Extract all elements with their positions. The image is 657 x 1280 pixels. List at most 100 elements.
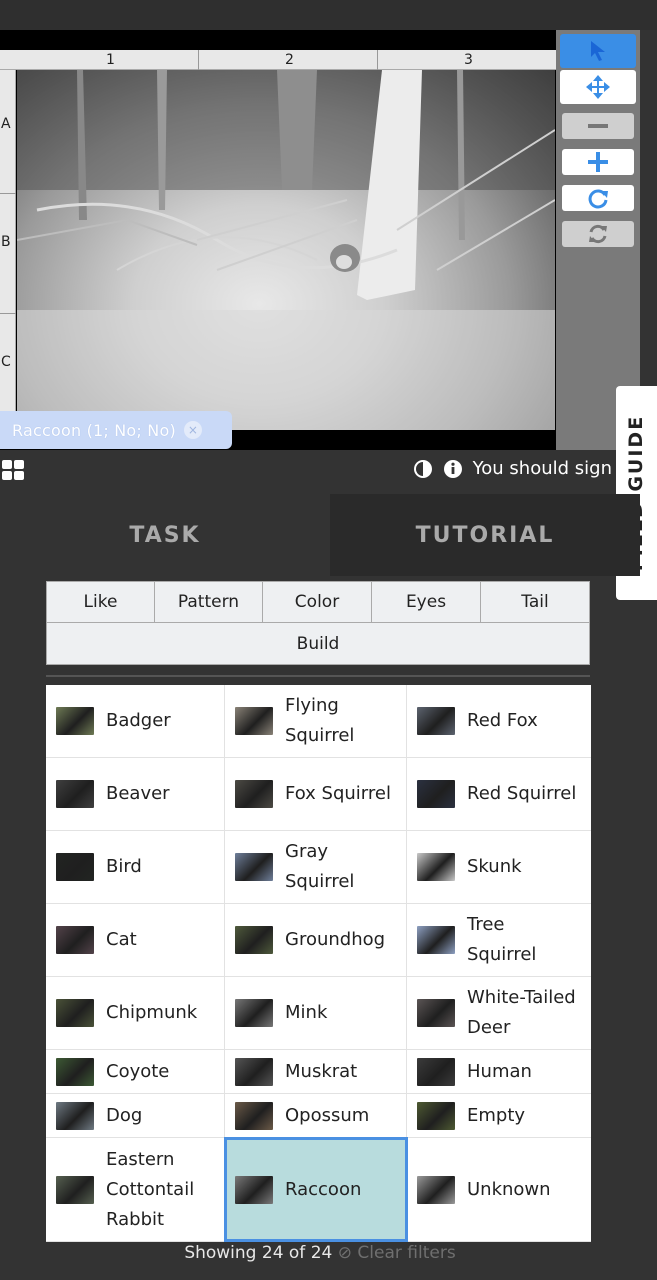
species-option-red-squirrel[interactable]: Red Squirrel — [407, 758, 591, 830]
filter-eyes-button[interactable]: Eyes — [371, 581, 481, 623]
species-grid: Badger Flying Squirrel Red Fox Beaver Fox Sq… — [46, 685, 591, 1242]
contrast-icon[interactable] — [413, 459, 433, 479]
annotation-label: Raccoon (1; No; No) — [12, 420, 176, 440]
species-option-beaver[interactable]: Beaver — [46, 758, 225, 830]
species-thumbnail — [417, 926, 455, 954]
species-name: Unknown — [467, 1178, 551, 1200]
species-name: Badger — [106, 710, 171, 731]
filter-like-button[interactable]: Like — [46, 581, 155, 623]
species-name: Beaver — [106, 783, 170, 804]
tab-tutorial[interactable]: TUTORIAL — [330, 494, 640, 576]
species-option-mink[interactable]: Mink — [225, 977, 407, 1049]
species-thumbnail — [56, 1175, 94, 1204]
reset-view-button[interactable] — [562, 221, 634, 247]
move-tool-button[interactable] — [560, 70, 636, 104]
species-name: Muskrat — [285, 1060, 358, 1082]
species-thumbnail — [235, 1101, 273, 1130]
zoom-out-button[interactable] — [562, 113, 634, 139]
species-thumbnail — [417, 853, 455, 881]
annotation-chip[interactable]: Raccoon (1; No; No) × — [0, 411, 232, 449]
species-name: Fox Squirrel — [285, 783, 391, 804]
species-row: Cat Groundhog Tree Squirrel — [46, 904, 591, 977]
move-arrows-icon — [586, 75, 610, 99]
info-icon[interactable] — [443, 459, 463, 479]
species-thumbnail — [417, 780, 455, 808]
species-name: Tree Squirrel — [467, 914, 537, 965]
plus-icon — [588, 152, 608, 172]
species-option-dog[interactable]: Dog — [46, 1094, 225, 1137]
filter-build-button[interactable]: Build — [46, 622, 590, 665]
species-thumbnail — [56, 1101, 94, 1130]
species-option-chipmunk[interactable]: Chipmunk — [46, 977, 225, 1049]
species-option-opossum[interactable]: Opossum — [225, 1094, 407, 1137]
species-name: Dog — [106, 1104, 143, 1126]
species-name: Red Fox — [467, 710, 538, 731]
tab-task[interactable]: TASK — [0, 494, 330, 576]
species-option-cat[interactable]: Cat — [46, 904, 225, 976]
rotate-clockwise-icon — [588, 189, 608, 209]
species-option-empty[interactable]: Empty — [407, 1094, 591, 1137]
refresh-icon — [589, 224, 607, 244]
minus-icon — [588, 124, 608, 128]
grid-view-icon[interactable] — [2, 460, 24, 480]
species-option-groundhog[interactable]: Groundhog — [225, 904, 407, 976]
species-option-unknown[interactable]: Unknown — [407, 1138, 591, 1241]
species-option-fox-squirrel[interactable]: Fox Squirrel — [225, 758, 407, 830]
species-option-human[interactable]: Human — [407, 1050, 591, 1093]
filter-color-button[interactable]: Color — [262, 581, 372, 623]
zoom-in-button[interactable] — [562, 149, 634, 175]
species-option-bird[interactable]: Bird — [46, 831, 225, 903]
rotate-button[interactable] — [562, 185, 634, 211]
task-tabs: TASK TUTORIAL — [0, 494, 640, 576]
species-name: Gray Squirrel — [285, 841, 355, 892]
species-thumbnail — [56, 707, 94, 735]
species-thumbnail — [56, 780, 94, 808]
species-option-white-tailed-deer[interactable]: White-Tailed Deer — [407, 977, 591, 1049]
species-row: Chipmunk Mink White-Tailed Deer — [46, 977, 591, 1050]
top-strip — [0, 0, 657, 30]
species-name: Opossum — [285, 1104, 370, 1126]
species-option-red-fox[interactable]: Red Fox — [407, 685, 591, 757]
results-footer: Showing 24 of 24 ⊘ Clear filters — [0, 1243, 640, 1267]
sign-in-message: You should sign — [472, 458, 612, 479]
column-label: 3 — [464, 52, 473, 68]
species-row: Bird Gray Squirrel Skunk — [46, 831, 591, 904]
species-name: Raccoon — [285, 1178, 362, 1200]
species-option-flying-squirrel[interactable]: Flying Squirrel — [225, 685, 407, 757]
species-option-coyote[interactable]: Coyote — [46, 1050, 225, 1093]
species-thumbnail — [235, 926, 273, 954]
species-row: Eastern Cottontail Rabbit Raccoon Unknown — [46, 1137, 591, 1242]
filter-tail-button[interactable]: Tail — [480, 581, 590, 623]
status-strip: You should sign — [0, 452, 620, 488]
species-thumbnail — [417, 707, 455, 735]
annotate-tool-button[interactable] — [560, 34, 636, 68]
species-thumbnail — [235, 1175, 273, 1204]
species-thumbnail — [417, 1175, 455, 1204]
species-option-tree-squirrel[interactable]: Tree Squirrel — [407, 904, 591, 976]
filter-pattern-button[interactable]: Pattern — [154, 581, 263, 623]
species-name: Chipmunk — [106, 1002, 198, 1023]
row-ruler: A B C — [0, 70, 16, 430]
species-name: Coyote — [106, 1060, 170, 1082]
species-option-skunk[interactable]: Skunk — [407, 831, 591, 903]
species-option-eastern-cottontail-rabbit[interactable]: Eastern Cottontail Rabbit — [46, 1138, 225, 1241]
species-option-raccoon[interactable]: Raccoon — [224, 1137, 408, 1242]
column-ruler: 1 2 3 — [0, 50, 556, 70]
row-tick — [0, 193, 16, 194]
row-label: A — [1, 116, 11, 132]
species-name: Red Squirrel — [467, 783, 577, 804]
species-thumbnail — [235, 1057, 273, 1086]
species-option-badger[interactable]: Badger — [46, 685, 225, 757]
species-thumbnail — [56, 999, 94, 1027]
species-row: Dog Opossum Empty — [46, 1094, 591, 1138]
clear-filters-button[interactable]: ⊘ Clear filters — [338, 1243, 456, 1263]
species-name: Cat — [106, 929, 137, 950]
species-name: Flying Squirrel — [285, 695, 355, 746]
species-thumbnail — [56, 853, 94, 881]
row-label: B — [1, 234, 11, 250]
species-option-gray-squirrel[interactable]: Gray Squirrel — [225, 831, 407, 903]
camera-trap-photo[interactable] — [17, 70, 555, 430]
remove-annotation-icon[interactable]: × — [183, 421, 202, 439]
column-label: 1 — [106, 52, 115, 68]
species-option-muskrat[interactable]: Muskrat — [225, 1050, 407, 1093]
